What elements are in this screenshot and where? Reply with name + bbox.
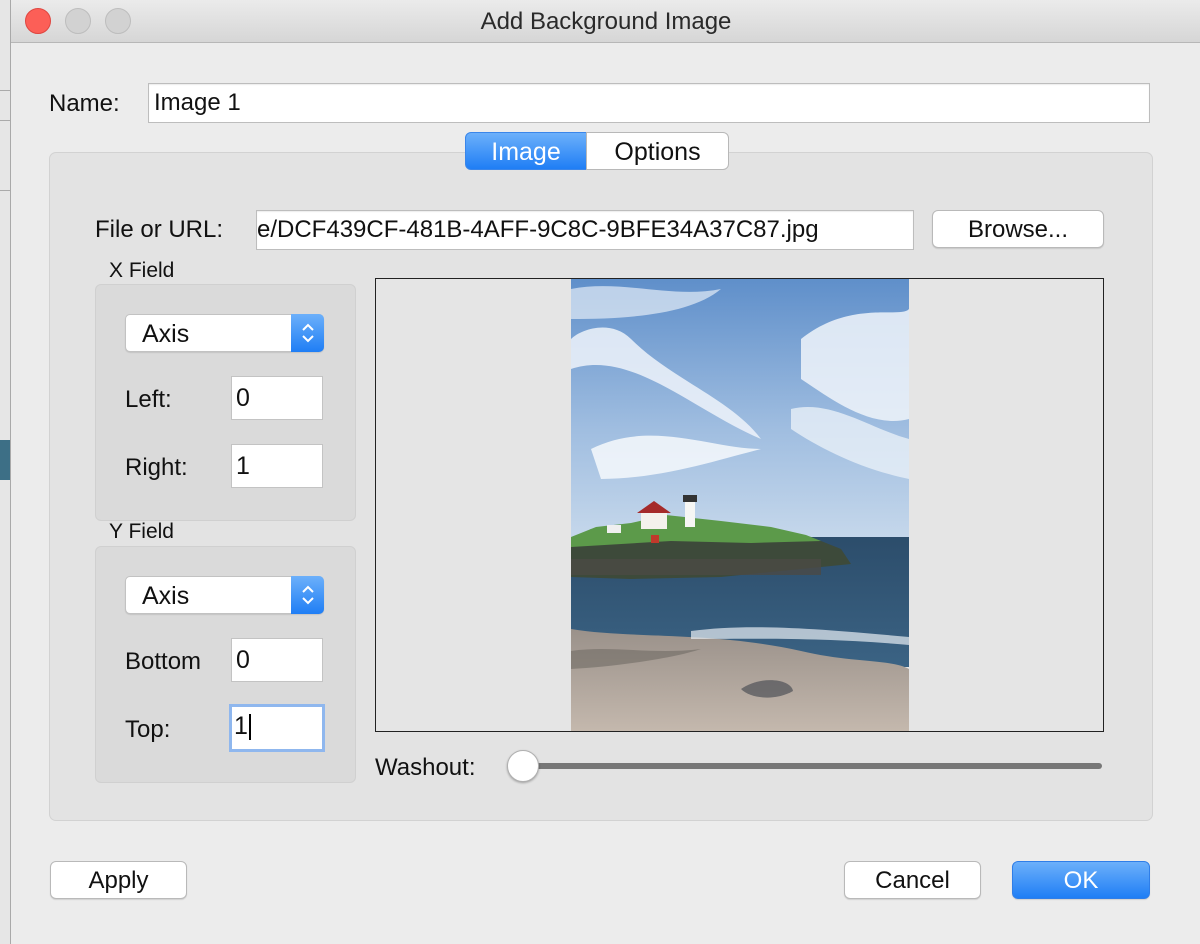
- browse-button[interactable]: Browse...: [932, 210, 1104, 248]
- ok-button[interactable]: OK: [1012, 861, 1150, 899]
- washout-slider-knob[interactable]: [507, 750, 539, 782]
- bottom-label: Bottom: [125, 648, 202, 675]
- name-label: Name:: [49, 90, 120, 117]
- file-url-input[interactable]: e/DCF439CF-481B-4AFF-9C8C-9BFE34A37C87.j…: [256, 210, 914, 250]
- washout-slider-track[interactable]: [519, 763, 1102, 769]
- text-caret: [248, 714, 251, 741]
- x-field-group-label: X Field: [109, 259, 175, 282]
- cancel-button[interactable]: Cancel: [844, 861, 981, 899]
- left-label: Left:: [125, 386, 172, 413]
- x-field-mode-select[interactable]: Axis: [125, 314, 324, 352]
- y-field-mode-value: Axis: [142, 582, 190, 610]
- name-input[interactable]: Image 1: [148, 83, 1150, 123]
- title-bar: Add Background Image: [11, 0, 1200, 43]
- updown-chevron-icon: [291, 314, 324, 352]
- top-input[interactable]: 1: [229, 704, 325, 752]
- right-input[interactable]: 1: [231, 444, 323, 488]
- tab-image[interactable]: Image: [465, 132, 587, 170]
- add-background-image-dialog: Add Background Image Name: Image 1 Image…: [10, 0, 1200, 944]
- top-label: Top:: [125, 716, 171, 743]
- image-preview: [375, 278, 1104, 732]
- y-field-group-label: Y Field: [109, 520, 174, 543]
- file-or-url-label: File or URL:: [95, 216, 224, 243]
- left-input[interactable]: 0: [231, 376, 323, 420]
- window-title: Add Background Image: [480, 8, 732, 35]
- washout-label: Washout:: [375, 754, 476, 781]
- lighthouse-photo: [571, 279, 909, 731]
- updown-chevron-icon: [291, 576, 324, 614]
- y-field-mode-select[interactable]: Axis: [125, 576, 324, 614]
- apply-button[interactable]: Apply: [50, 861, 187, 899]
- top-input-value: 1: [234, 712, 248, 740]
- tab-options[interactable]: Options: [586, 132, 729, 170]
- bottom-input[interactable]: 0: [231, 638, 323, 682]
- x-field-mode-value: Axis: [142, 320, 190, 348]
- right-label: Right:: [125, 454, 188, 481]
